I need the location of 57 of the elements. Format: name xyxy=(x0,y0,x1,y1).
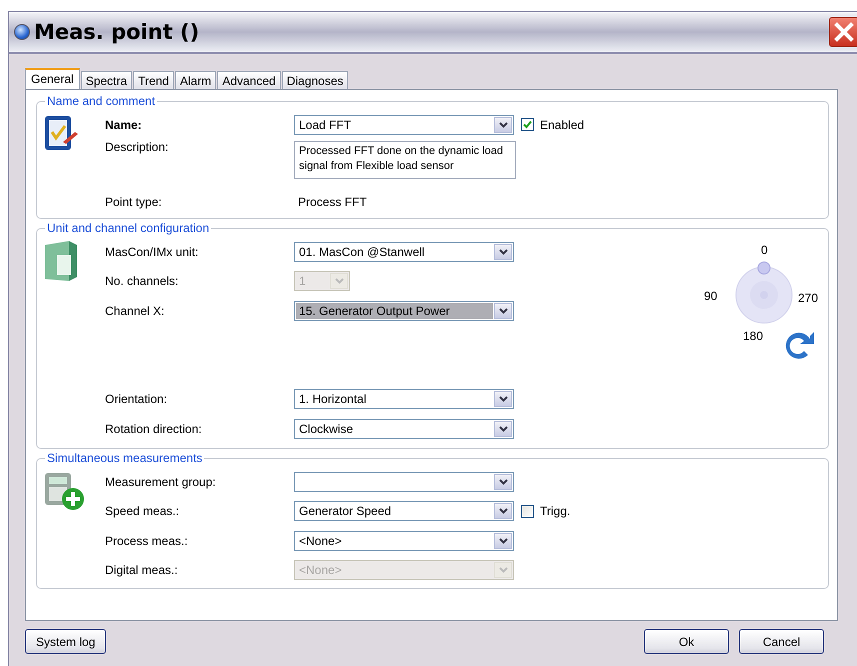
angle-label: 180 xyxy=(743,329,764,343)
chevron-down-icon xyxy=(498,478,508,485)
checkbox[interactable] xyxy=(521,118,534,132)
dropdown[interactable] xyxy=(294,472,514,492)
field-label: Name: xyxy=(105,118,143,132)
description-field[interactable]: Processed FFT done on the dynamic load signal from Flexible load sensor xyxy=(294,140,516,178)
window-icon xyxy=(14,24,30,40)
field-label: No. channels: xyxy=(105,274,180,288)
tab[interactable]: Advanced xyxy=(217,71,281,89)
group-title: Unit and channel configuration xyxy=(46,221,210,235)
group-title: Name and comment xyxy=(46,94,156,108)
checkbox-label: Trigg. xyxy=(540,504,570,518)
field-label: Speed meas.: xyxy=(105,504,180,518)
checkbox[interactable] xyxy=(521,504,534,518)
chevron-down-icon xyxy=(498,567,508,574)
field-label: Orientation: xyxy=(105,392,168,406)
close-icon xyxy=(833,21,855,43)
field-label: Measurement group: xyxy=(105,474,217,489)
dropdown[interactable]: 1. Horizontal xyxy=(294,389,514,410)
angle-label: 90 xyxy=(704,289,718,303)
tab[interactable]: Trend xyxy=(133,71,174,89)
field-label: Description: xyxy=(105,140,170,154)
chevron-down-icon xyxy=(498,308,508,314)
field-label: Process meas.: xyxy=(105,534,189,548)
chevron-down-icon xyxy=(498,248,508,255)
window-title: Meas. point () xyxy=(34,20,200,44)
field-label: Digital meas.: xyxy=(105,563,179,578)
chevron-down-icon xyxy=(498,122,508,128)
chevron-down-icon xyxy=(498,538,508,544)
dropdown[interactable]: 15. Generator Output Power xyxy=(294,300,514,321)
angle-label: 0 xyxy=(761,243,768,257)
chevron-down-icon xyxy=(498,426,508,432)
chevron-down-icon xyxy=(334,278,344,284)
dialog-button[interactable]: Ok xyxy=(644,629,729,654)
dialog-button[interactable]: Cancel xyxy=(739,629,824,654)
dropdown[interactable]: Clockwise xyxy=(294,418,514,439)
dropdown[interactable]: Generator Speed xyxy=(294,501,514,522)
field-value: Process FFT xyxy=(297,195,367,210)
chevron-down-icon xyxy=(498,396,508,402)
field-label: Point type: xyxy=(105,195,163,210)
chevron-down-icon xyxy=(498,508,508,514)
group-title: Simultaneous measurements xyxy=(46,451,204,465)
tab[interactable]: Alarm xyxy=(174,71,216,89)
system-log-button[interactable]: System log xyxy=(25,629,106,654)
angle-label: 270 xyxy=(798,291,818,305)
dropdown[interactable]: Load FFT xyxy=(294,114,514,135)
close-button[interactable] xyxy=(829,17,857,47)
field-label: MasCon/IMx unit: xyxy=(105,244,200,259)
checkbox-label: Enabled xyxy=(540,118,584,132)
tab[interactable]: General xyxy=(25,68,80,89)
dropdown[interactable]: <None> xyxy=(294,530,514,551)
tab[interactable]: Diagnoses xyxy=(282,71,348,89)
tab[interactable]: Spectra xyxy=(80,71,132,89)
field-label: Rotation direction: xyxy=(105,422,203,436)
cabinet-icon xyxy=(43,239,79,283)
field-label: Channel X: xyxy=(105,304,166,318)
dropdown[interactable]: 01. MasCon @Stanwell xyxy=(294,242,514,262)
